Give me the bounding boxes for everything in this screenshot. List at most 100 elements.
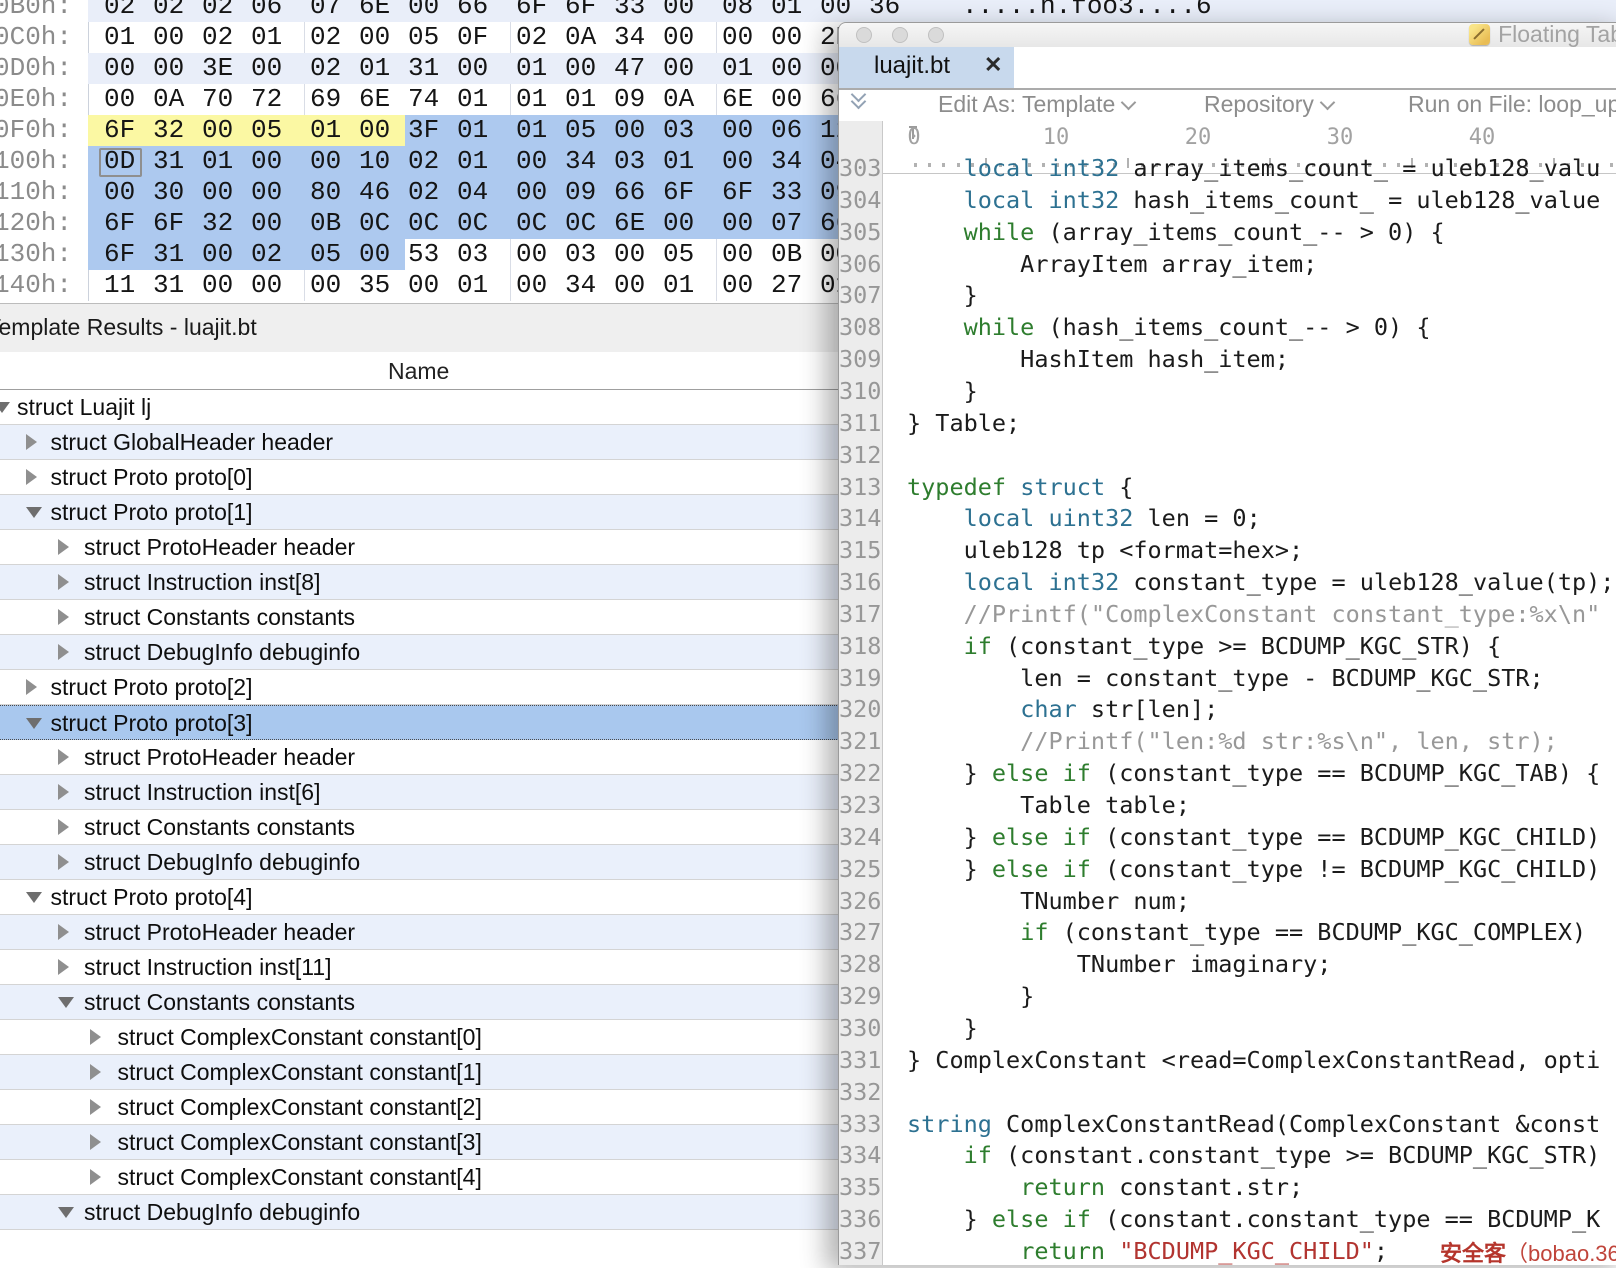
hex-byte[interactable]: 34 [565, 146, 614, 177]
hex-byte[interactable]: 70 [202, 84, 251, 115]
code-line[interactable]: 324 } else if (constant_type == BCDUMP_K… [839, 821, 1616, 853]
hex-byte[interactable]: 01 [359, 53, 408, 84]
expand-arrow-icon[interactable] [58, 609, 69, 625]
tab-close-icon[interactable]: ✕ [984, 52, 1002, 78]
code-line[interactable]: 304 local int32 hash_items_count_ = uleb… [839, 184, 1616, 216]
hex-byte[interactable]: 01 [663, 146, 712, 177]
hex-byte[interactable]: 09 [565, 177, 614, 208]
hex-byte[interactable]: 00 [104, 53, 153, 84]
tree-row[interactable]: struct Luajit lj [0, 390, 845, 425]
collapse-arrow-icon[interactable] [58, 997, 74, 1008]
tree-row[interactable]: struct ProtoHeader header [0, 915, 845, 950]
hex-byte[interactable]: 34 [614, 22, 663, 53]
code-line[interactable]: 308 while (hash_items_count_-- > 0) { [839, 311, 1616, 343]
hex-byte[interactable]: 05 [408, 22, 457, 53]
hex-byte[interactable]: 01 [516, 53, 565, 84]
hex-byte[interactable]: 6E [359, 84, 408, 115]
hex-byte[interactable]: 02 [310, 22, 359, 53]
hex-byte[interactable]: 10 [359, 146, 408, 177]
floating-window-titlebar[interactable]: Floating Tab [839, 23, 1616, 47]
expand-arrow-icon[interactable] [58, 644, 69, 660]
name-column-header[interactable]: Name [388, 358, 449, 385]
hex-byte[interactable]: 00 [251, 208, 300, 239]
code-line[interactable]: 316 local int32 constant_type = uleb128_… [839, 566, 1616, 598]
tree-row[interactable]: struct Proto proto[3] [0, 705, 845, 740]
hex-byte[interactable]: 00 [516, 146, 565, 177]
tree-row[interactable]: struct Constants constants [0, 985, 845, 1020]
hex-byte[interactable]: 0C [565, 208, 614, 239]
collapse-arrow-icon[interactable] [26, 718, 42, 729]
code-line[interactable]: 318 if (constant_type >= BCDUMP_KGC_STR)… [839, 630, 1616, 662]
code-line[interactable]: 306 ArrayItem array_item; [839, 248, 1616, 280]
hex-byte[interactable]: 00 [202, 270, 251, 301]
hex-byte[interactable]: 3E [202, 53, 251, 84]
expand-arrow-icon[interactable] [58, 924, 69, 940]
code-line[interactable]: 323 Table table; [839, 789, 1616, 821]
hex-byte[interactable]: 00 [614, 239, 663, 270]
code-line[interactable]: 330 } [839, 1012, 1616, 1044]
hex-byte[interactable]: 46 [359, 177, 408, 208]
hex-byte[interactable]: 01 [722, 53, 771, 84]
tab-luajit-bt[interactable]: luajit.bt ✕ [839, 47, 1014, 88]
hex-byte[interactable]: 01 [771, 0, 820, 22]
code-line[interactable]: 329 } [839, 980, 1616, 1012]
tree-row[interactable]: struct Proto proto[1] [0, 495, 845, 530]
hex-byte[interactable]: 31 [408, 53, 457, 84]
tree-row[interactable]: struct ComplexConstant constant[0] [0, 1020, 845, 1055]
tree-row[interactable]: struct ComplexConstant constant[1] [0, 1055, 845, 1090]
code-line[interactable]: 303 local int32 array_items_count_ = ule… [839, 152, 1616, 184]
hex-byte[interactable]: 00 [153, 22, 202, 53]
expand-arrow-icon[interactable] [26, 434, 37, 450]
hex-byte[interactable]: 31 [153, 270, 202, 301]
expand-arrow-icon[interactable] [58, 539, 69, 555]
hex-byte[interactable]: 6F [153, 208, 202, 239]
expand-arrow-icon[interactable] [58, 959, 69, 975]
hex-byte[interactable]: 32 [202, 208, 251, 239]
code-line[interactable]: 336 } else if (constant.constant_type ==… [839, 1203, 1616, 1235]
code-line[interactable]: 315 uleb128 tp <format=hex>; [839, 534, 1616, 566]
hex-byte[interactable]: 00 [663, 208, 712, 239]
hex-byte[interactable]: 6E [359, 0, 408, 22]
hex-byte[interactable]: 02 [408, 146, 457, 177]
hex-byte[interactable]: 80 [310, 177, 359, 208]
hex-byte[interactable]: 0C [359, 208, 408, 239]
expand-arrow-icon[interactable] [90, 1064, 101, 1080]
hex-byte[interactable]: 01 [516, 84, 565, 115]
hex-byte[interactable]: 01 [457, 146, 506, 177]
tree-row[interactable]: struct Proto proto[4] [0, 880, 845, 915]
code-line[interactable]: 309 HashItem hash_item; [839, 343, 1616, 375]
repository-dropdown[interactable]: Repository [1204, 91, 1333, 118]
tree-row[interactable]: struct Instruction inst[11] [0, 950, 845, 985]
expand-arrow-icon[interactable] [90, 1134, 101, 1150]
hex-byte[interactable]: 04 [457, 177, 506, 208]
hex-byte[interactable]: 31 [153, 239, 202, 270]
window-zoom-button[interactable] [928, 27, 944, 43]
tree-row[interactable]: struct DebugInfo debuginfo [0, 635, 845, 670]
hex-byte[interactable]: 32 [153, 115, 202, 146]
collapse-toolbar-icon[interactable] [853, 93, 864, 107]
hex-byte[interactable]: 11 [104, 270, 153, 301]
code-line[interactable]: 326 TNumber num; [839, 885, 1616, 917]
code-line[interactable]: 317 //Printf("ComplexConstant constant_t… [839, 598, 1616, 630]
hex-byte[interactable]: 33 [771, 177, 820, 208]
hex-byte[interactable]: 0B [310, 208, 359, 239]
hex-byte[interactable]: 72 [251, 84, 300, 115]
code-line[interactable]: 325 } else if (constant_type != BCDUMP_K… [839, 853, 1616, 885]
tree-row[interactable]: struct Instruction inst[8] [0, 565, 845, 600]
hex-byte[interactable]: 01 [104, 22, 153, 53]
hex-byte[interactable]: 01 [457, 84, 506, 115]
hex-byte[interactable]: 6F [516, 0, 565, 22]
hex-row[interactable]: 0B0h:02020206076E00666F6F330008010036...… [0, 0, 1616, 22]
hex-byte[interactable]: 06 [251, 0, 300, 22]
hex-byte[interactable]: 03 [457, 239, 506, 270]
hex-byte[interactable]: 34 [565, 270, 614, 301]
hex-byte[interactable]: 01 [202, 146, 251, 177]
tree-row[interactable]: struct Proto proto[0] [0, 460, 845, 495]
hex-byte[interactable]: 33 [614, 0, 663, 22]
code-line[interactable]: 333string ComplexConstantRead(ComplexCon… [839, 1108, 1616, 1140]
hex-byte[interactable]: 00 [104, 84, 153, 115]
hex-ascii-text[interactable]: .....n.foo3....6 [962, 0, 1212, 22]
hex-byte[interactable]: 00 [663, 0, 712, 22]
code-line[interactable]: 320 char str[len]; [839, 693, 1616, 725]
collapse-arrow-icon[interactable] [58, 1207, 74, 1218]
